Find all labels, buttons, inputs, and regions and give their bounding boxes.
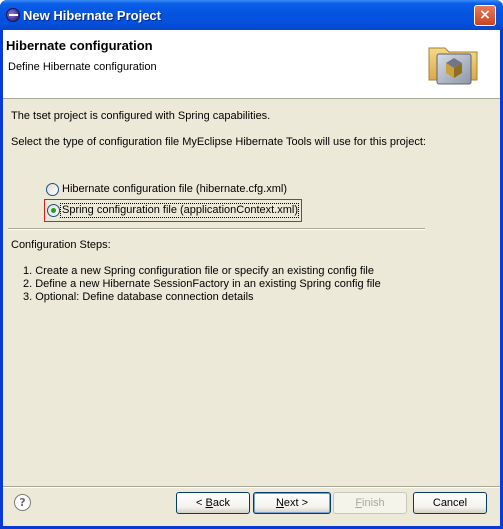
- hibernate-wizard-banner-icon: [428, 47, 478, 85]
- title-bar[interactable]: New Hibernate Project ×: [0, 0, 503, 30]
- finish-button[interactable]: Finish: [333, 492, 407, 514]
- cancel-button[interactable]: Cancel: [413, 492, 487, 514]
- footer-divider: [3, 486, 500, 488]
- back-button[interactable]: < Back: [176, 492, 250, 514]
- steps-title: Configuration Steps:: [11, 239, 111, 251]
- project-info-text: The tset project is configured with Spri…: [11, 110, 271, 122]
- page-description: Define Hibernate configuration: [8, 61, 157, 73]
- wizard-window: New Hibernate Project × Hibernate config…: [0, 0, 503, 529]
- step-item: 1. Create a new Spring configuration fil…: [23, 265, 374, 277]
- next-button[interactable]: Next >: [253, 492, 331, 514]
- hibernate-config-label[interactable]: Hibernate configuration file (hibernate.…: [62, 183, 287, 195]
- dialog-client-area: Hibernate configuration Define Hibernate…: [3, 30, 500, 526]
- window-title: New Hibernate Project: [23, 8, 161, 23]
- hibernate-config-radio[interactable]: [46, 183, 59, 196]
- spring-config-label[interactable]: Spring configuration file (applicationCo…: [62, 204, 298, 216]
- step-item: 2. Define a new Hibernate SessionFactory…: [23, 278, 381, 290]
- config-type-prompt: Select the type of configuration file My…: [11, 136, 426, 148]
- myeclipse-app-icon: [6, 8, 20, 22]
- help-icon[interactable]: ?: [14, 494, 31, 511]
- spring-config-radio[interactable]: [47, 204, 60, 217]
- step-item: 3. Optional: Define database connection …: [23, 291, 254, 303]
- page-title: Hibernate configuration: [6, 38, 153, 53]
- wizard-header: Hibernate configuration Define Hibernate…: [3, 30, 500, 99]
- section-divider: [8, 228, 425, 230]
- close-button[interactable]: ×: [474, 5, 496, 26]
